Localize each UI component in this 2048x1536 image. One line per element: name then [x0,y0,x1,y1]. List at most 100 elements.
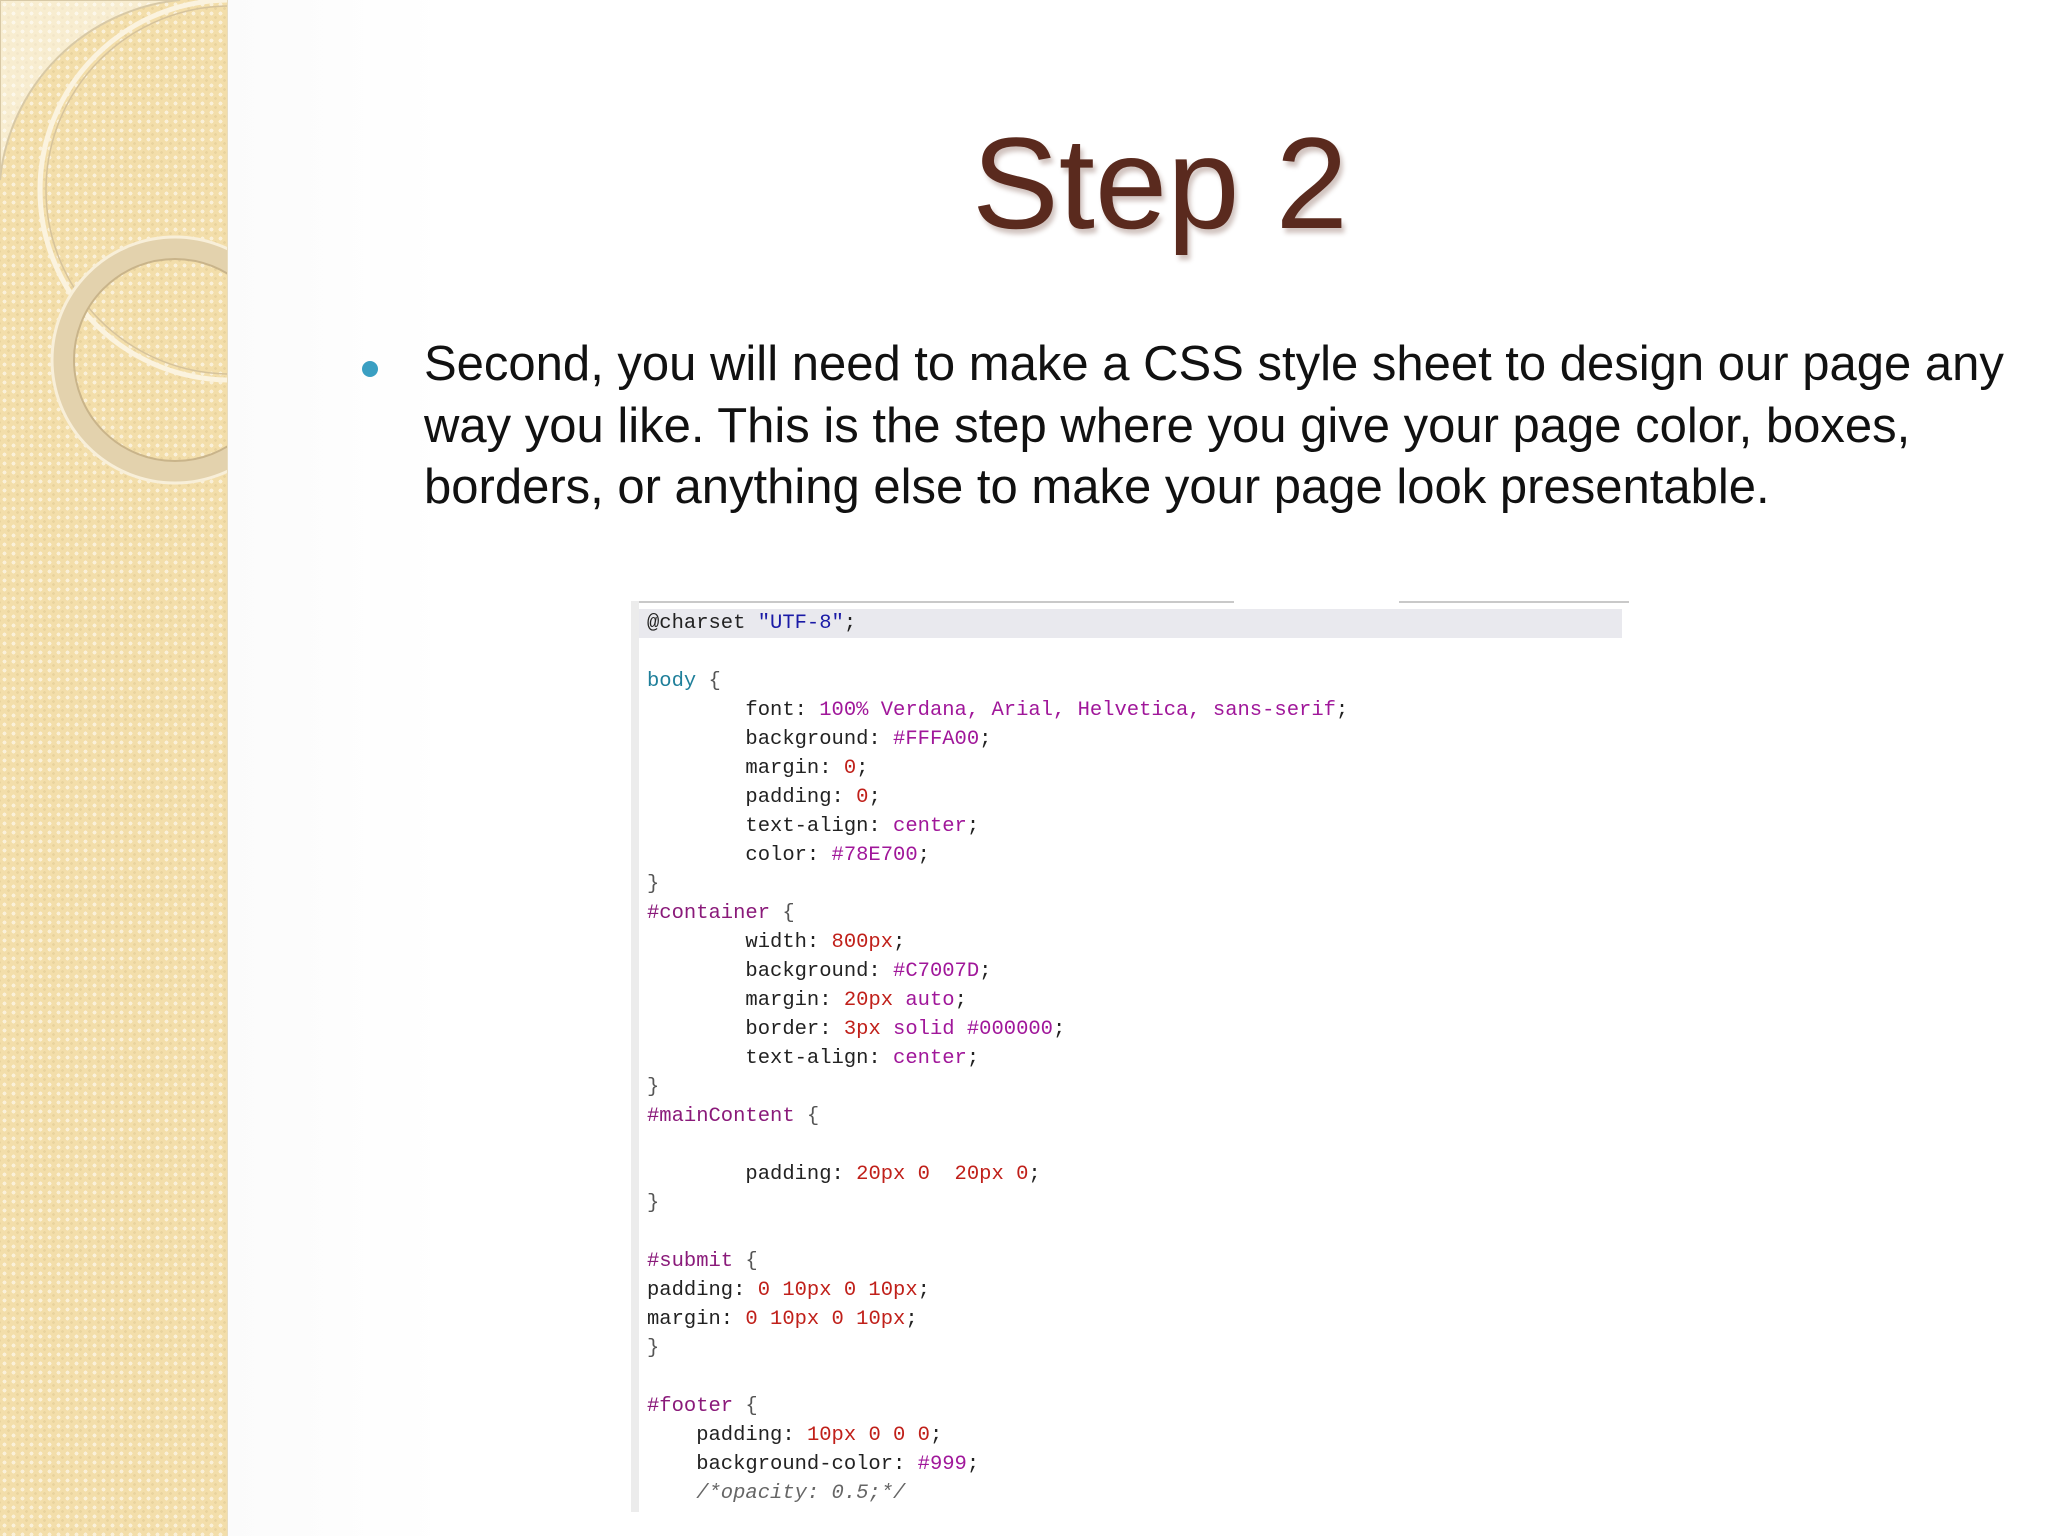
code-line: background: #C7007D; [647,957,991,986]
code-token: padding: [647,1163,857,1186]
code-token: body [647,670,697,693]
code-token: auto [893,989,955,1012]
code-token: ; [893,931,906,954]
code-token: solid #000000 [880,1018,1053,1041]
code-token: ; [1028,1163,1041,1186]
code-line: #footer { [647,1392,758,1421]
code-token: text-align: [647,1047,894,1070]
code-line: } [647,1073,659,1102]
code-token: #footer [647,1395,734,1418]
code-token: padding: [647,786,857,809]
code-line: #mainContent { [647,1102,819,1131]
code-line: padding: 0 10px 0 10px; [647,1276,930,1305]
code-token: #78E700 [831,844,918,867]
code-token: } [647,1192,660,1215]
code-token: { [696,670,721,693]
code-token: ; [856,757,869,780]
code-token: ; [1335,699,1349,722]
code-token: background-color: [647,1453,918,1476]
code-token: "UTF-8" [757,612,844,635]
slide-title: Step 2 [972,110,1348,256]
code-line: #container { [647,899,795,928]
code-token: ; [966,815,980,838]
code-token: border: [647,1018,844,1041]
code-token: ; [929,1424,943,1447]
code-token: ; [966,1453,980,1476]
code-token: background: [647,728,894,751]
code-token: ; [1052,1018,1066,1041]
code-token: font: [647,699,820,722]
code-line: } [647,870,659,899]
code-token: 0 [843,757,857,780]
code-line: /*opacity: 0.5;*/ [647,1479,905,1508]
code-line: text-align: center; [647,1044,979,1073]
code-token: ; [966,1047,980,1070]
code-token: #FFFA00 [893,728,980,751]
code-token: 800px [831,931,894,954]
code-line: @charset "UTF-8"; [639,609,1622,638]
code-token: padding: [647,1424,807,1447]
code-token: } [647,873,660,896]
code-token: padding: [647,1279,758,1302]
code-token: background: [647,960,894,983]
code-token: ; [868,786,881,809]
code-line: padding: 0; [647,783,881,812]
code-token: 0 10px 0 10px [745,1308,906,1331]
code-token: 100% Verdana, Arial, Helvetica, sans-ser… [819,699,1336,722]
code-token: { [733,1250,758,1273]
code-token: margin: [647,989,844,1012]
code-token: 0 10px 0 10px [757,1279,918,1302]
code-top-border-gap [1234,601,1399,603]
code-token: { [794,1105,820,1128]
code-line: background-color: #999; [647,1450,979,1479]
code-token: #C7007D [893,960,980,983]
code-line: margin: 20px auto; [647,986,967,1015]
code-token: ; [917,1279,930,1302]
code-line: } [647,1334,659,1363]
bullet-icon [362,361,378,377]
code-token: #container [647,902,771,925]
code-token: 20px 0 20px 0 [856,1163,1029,1186]
code-token: /*opacity: 0.5;*/ [647,1482,906,1505]
code-line: width: 800px; [647,928,905,957]
code-token: { [733,1395,758,1418]
code-line: #submit { [647,1247,758,1276]
code-token: ; [979,728,992,751]
code-token: center [893,815,967,838]
code-line: background: #FFFA00; [647,725,991,754]
decorative-side-strip [0,0,228,1536]
code-token: 10px 0 0 0 [806,1424,930,1447]
code-token: ; [843,612,857,635]
code-token: ; [954,989,967,1012]
code-token: ; [979,960,992,983]
code-token: #mainContent [647,1105,795,1128]
code-line: border: 3px solid #000000; [647,1015,1065,1044]
code-token: width: [647,931,832,954]
css-code-screenshot: @charset "UTF-8"; body { font: 100% Verda… [631,601,1629,1512]
code-token: 20px [843,989,894,1012]
code-token: ; [905,1308,918,1331]
code-line: body { [647,667,721,696]
code-token: ; [917,844,930,867]
code-line: padding: 20px 0 20px 0; [647,1160,1041,1189]
code-token: margin: [647,1308,746,1331]
code-token: text-align: [647,815,894,838]
code-line: font: 100% Verdana, Arial, Helvetica, sa… [647,696,1348,725]
code-line: text-align: center; [647,812,979,841]
code-token: } [647,1076,660,1099]
code-token: { [770,902,795,925]
code-token: @charset [647,612,758,635]
code-token: 0 [856,786,869,809]
code-top-border [639,601,1629,603]
code-token: margin: [647,757,844,780]
code-line: color: #78E700; [647,841,930,870]
code-line: padding: 10px 0 0 0; [647,1421,942,1450]
code-token: #999 [917,1453,967,1476]
code-line: margin: 0; [647,754,868,783]
decorative-rings [0,0,227,485]
bullet-text: Second, you will need to make a CSS styl… [424,337,2004,514]
code-token: color: [647,844,832,867]
code-token: center [893,1047,967,1070]
code-line: margin: 0 10px 0 10px; [647,1305,918,1334]
code-token: 3px [843,1018,881,1041]
